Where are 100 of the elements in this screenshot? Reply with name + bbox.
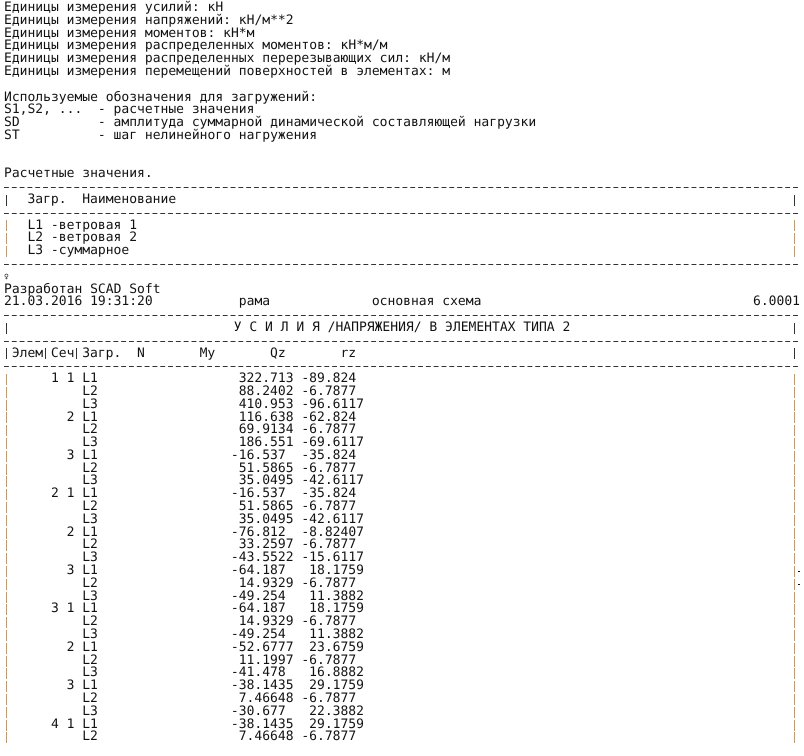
- unit-line: Единицы измерения распределенных моментов: кН*м/м: [4, 40, 388, 54]
- table-cell: -6.7877: [301, 654, 356, 668]
- developer-credit: Разработан SCAD Soft: [4, 284, 161, 296]
- table-cell: -6.7877: [301, 386, 356, 399]
- table-cell: 2: [50, 486, 59, 502]
- table-cell-text: 186.551: [238, 437, 294, 450]
- unit-line: Единицы измерения усилий: кН: [4, 2, 224, 15]
- table-cell: -6.7877: [301, 616, 356, 630]
- version-number: 6.0001: [753, 296, 800, 310]
- table-cell: -89.824: [301, 373, 356, 386]
- column-header: Сеч: [50, 346, 74, 361]
- table-cell: L2: [82, 537, 98, 552]
- table-cell: L3: [82, 550, 98, 566]
- table-cell: L1: [82, 371, 98, 386]
- table-cell: -43.5522: [230, 552, 294, 566]
- column-header: N: [136, 346, 145, 361]
- table-cell-text: 14.9329: [238, 578, 294, 591]
- table-cell: -41.478: [230, 667, 286, 680]
- table-cell-text: 18.1759: [309, 603, 364, 616]
- table-cell: 3: [66, 448, 74, 463]
- table-cell: L2: [82, 614, 98, 630]
- table-cell: -6.7877: [301, 693, 356, 706]
- table-cell: L1: [82, 486, 98, 502]
- table-cell: -64.187: [230, 603, 286, 616]
- table-cell-text: 7.46648: [238, 693, 294, 706]
- page-break-mark: ♀: [4, 270, 9, 283]
- table-cell: L1: [82, 678, 98, 694]
- table-cell: L3: [82, 396, 98, 412]
- table-cell-text: 69.9134: [238, 424, 294, 438]
- table-cell: -6.7877: [301, 539, 356, 552]
- scheme-type: основная схема: [372, 296, 482, 310]
- legend-description: - амплитуда суммарной динамической составляющей нагрузки: [98, 117, 536, 130]
- table-cell-text: 51.5865: [238, 462, 294, 476]
- table-cell-text: 7.46648: [238, 731, 294, 744]
- table-cell-text: 29.1759: [309, 718, 364, 732]
- column-header: My: [200, 346, 216, 361]
- unit-line: Единицы измерения напряжений: кН/м**2: [4, 14, 294, 28]
- table-cell: 1: [66, 716, 74, 732]
- table-cell: -52.6777: [230, 642, 294, 655]
- table-cell-text: 23.6759: [309, 642, 364, 655]
- scheme-name: рама: [238, 294, 270, 310]
- table-cell: L3: [82, 473, 98, 488]
- table-cell: L2: [82, 691, 98, 706]
- timestamp: 21.03.2016 19:31:20: [4, 294, 153, 310]
- table-cell: L2: [82, 576, 98, 591]
- table-cell-text: 14.9329: [238, 616, 294, 630]
- table-cell: L2: [82, 499, 98, 514]
- table-cell: L3: [82, 665, 98, 680]
- table-cell-text: 410.953: [238, 398, 294, 412]
- table-cell: L1: [82, 448, 98, 463]
- column-header: rz: [340, 348, 356, 360]
- table-cell-text: 33.2597: [238, 539, 294, 552]
- table-cell: -69.6117: [301, 437, 364, 450]
- table-cell: L3: [82, 512, 98, 527]
- table-cell: -6.7877: [301, 462, 356, 476]
- table-cell: L2: [82, 422, 98, 438]
- table-title: У С И Л И Я /НАПРЯЖЕНИЯ/ В ЭЛЕМЕНТАХ ТИПА 2: [234, 320, 570, 335]
- table-cell: -16.537: [230, 450, 286, 463]
- table-cell: -8.82407: [301, 526, 364, 540]
- table-cell: -15.6117: [301, 552, 364, 566]
- table-cell: -35.824: [301, 450, 356, 463]
- table-cell: 3: [66, 563, 74, 578]
- table-cell: L1: [82, 601, 98, 616]
- legend-description: - шаг нелинейного нагружения: [98, 130, 318, 143]
- table-cell: L1: [82, 410, 98, 424]
- table-cell-text: 322.713: [238, 373, 294, 386]
- table-cell: 1: [50, 371, 59, 386]
- table-cell-text: 11.3882: [308, 590, 364, 604]
- table-cell: L3: [82, 627, 98, 642]
- section-title: Расчетные значения.: [4, 168, 153, 182]
- table-cell: -6.7877: [301, 501, 356, 514]
- column-header: Загр.: [82, 346, 122, 361]
- table-cell-text: 22.3882: [308, 706, 364, 719]
- table-cell: -6.7877: [301, 578, 356, 591]
- table-cell: L3: [82, 435, 98, 450]
- table-cell: 1: [66, 486, 74, 502]
- table-cell: 4: [50, 716, 59, 732]
- table-cell-text: 11.1997: [238, 654, 294, 668]
- table-cell: -38.1435: [230, 680, 294, 694]
- table-cell: L2: [82, 729, 98, 744]
- legend-description: - расчетные значения: [98, 104, 254, 118]
- legend-code: SD: [4, 115, 20, 130]
- table-cell: -62.824: [301, 412, 356, 424]
- column-header: Загр.: [27, 192, 67, 207]
- table-cell-text: 29.1759: [309, 680, 364, 694]
- table-cell-text: 35.0495: [238, 514, 294, 527]
- legend-heading: Используемые обозначения для загружений:: [4, 92, 318, 104]
- table-cell: -76.812: [230, 526, 286, 540]
- table-cell: L3: [82, 588, 98, 604]
- table-cell: -16.537: [230, 488, 286, 502]
- table-cell: L1: [82, 563, 98, 578]
- table-cell: L3 -суммарное: [27, 245, 130, 258]
- table-cell: -49.254: [230, 590, 286, 604]
- table-cell: 1: [66, 601, 74, 616]
- table-cell: -42.6117: [301, 475, 364, 488]
- table-cell: -6.7877: [301, 731, 356, 744]
- table-cell-text: 116.638: [238, 412, 294, 424]
- table-cell: 1: [66, 371, 74, 386]
- table-cell: L2 -ветровая 2: [27, 232, 138, 246]
- table-cell-text: 88.2402: [238, 386, 294, 399]
